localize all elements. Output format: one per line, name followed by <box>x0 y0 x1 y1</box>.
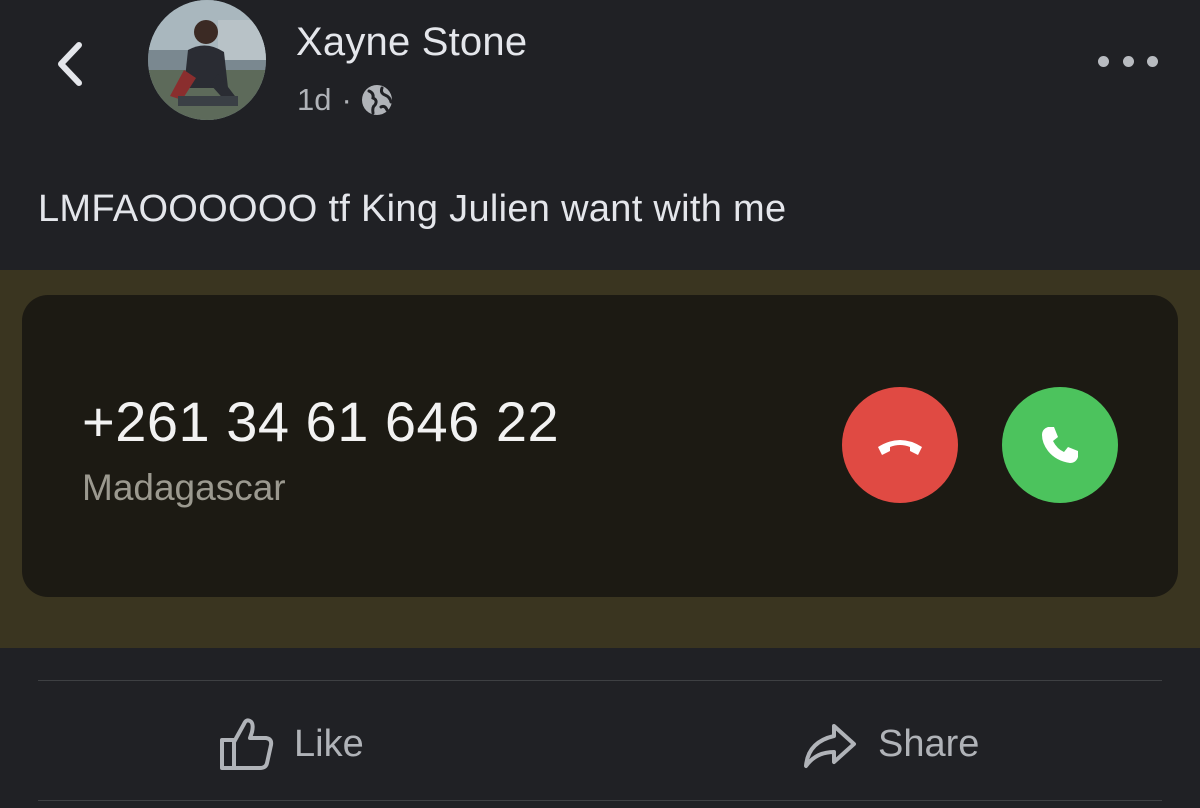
meta-separator: · <box>341 82 352 117</box>
phone-hangup-icon <box>878 440 922 455</box>
share-button[interactable]: Share <box>800 712 979 776</box>
caller-number: +261 34 61 646 22 <box>82 390 560 453</box>
post-timestamp: 1d <box>297 82 332 117</box>
back-button[interactable] <box>48 38 92 90</box>
post-text: LMFAOOOOOO tf King Julien want with me <box>38 188 787 230</box>
author-name[interactable]: Xayne Stone <box>296 20 527 65</box>
like-button[interactable]: Like <box>216 712 364 776</box>
incoming-call-card: +261 34 61 646 22 Madagascar <box>22 295 1178 597</box>
share-arrow-icon <box>800 714 860 774</box>
like-label: Like <box>294 722 364 765</box>
share-label: Share <box>878 722 980 765</box>
more-dot <box>1122 55 1134 67</box>
post-meta: 1d · <box>297 82 394 118</box>
caller-location: Madagascar <box>82 467 286 508</box>
action-bar-bottom-divider <box>38 800 1162 801</box>
accept-call-button[interactable] <box>1002 387 1118 503</box>
more-dot <box>1147 55 1158 67</box>
avatar[interactable] <box>148 0 266 120</box>
avatar-photo <box>148 0 266 120</box>
thumbs-up-icon <box>216 714 276 774</box>
globe-icon[interactable] <box>360 83 394 117</box>
post-view: Xayne Stone 1d · LMFAOOOOOO tf King Juli… <box>0 0 1200 808</box>
decline-call-button[interactable] <box>842 387 958 503</box>
more-dot <box>1098 55 1109 67</box>
phone-icon <box>1042 427 1078 463</box>
chevron-left-icon <box>58 42 82 86</box>
more-options-button[interactable] <box>1098 46 1158 76</box>
post-image[interactable]: +261 34 61 646 22 Madagascar <box>0 270 1200 648</box>
action-bar-divider <box>38 680 1162 681</box>
